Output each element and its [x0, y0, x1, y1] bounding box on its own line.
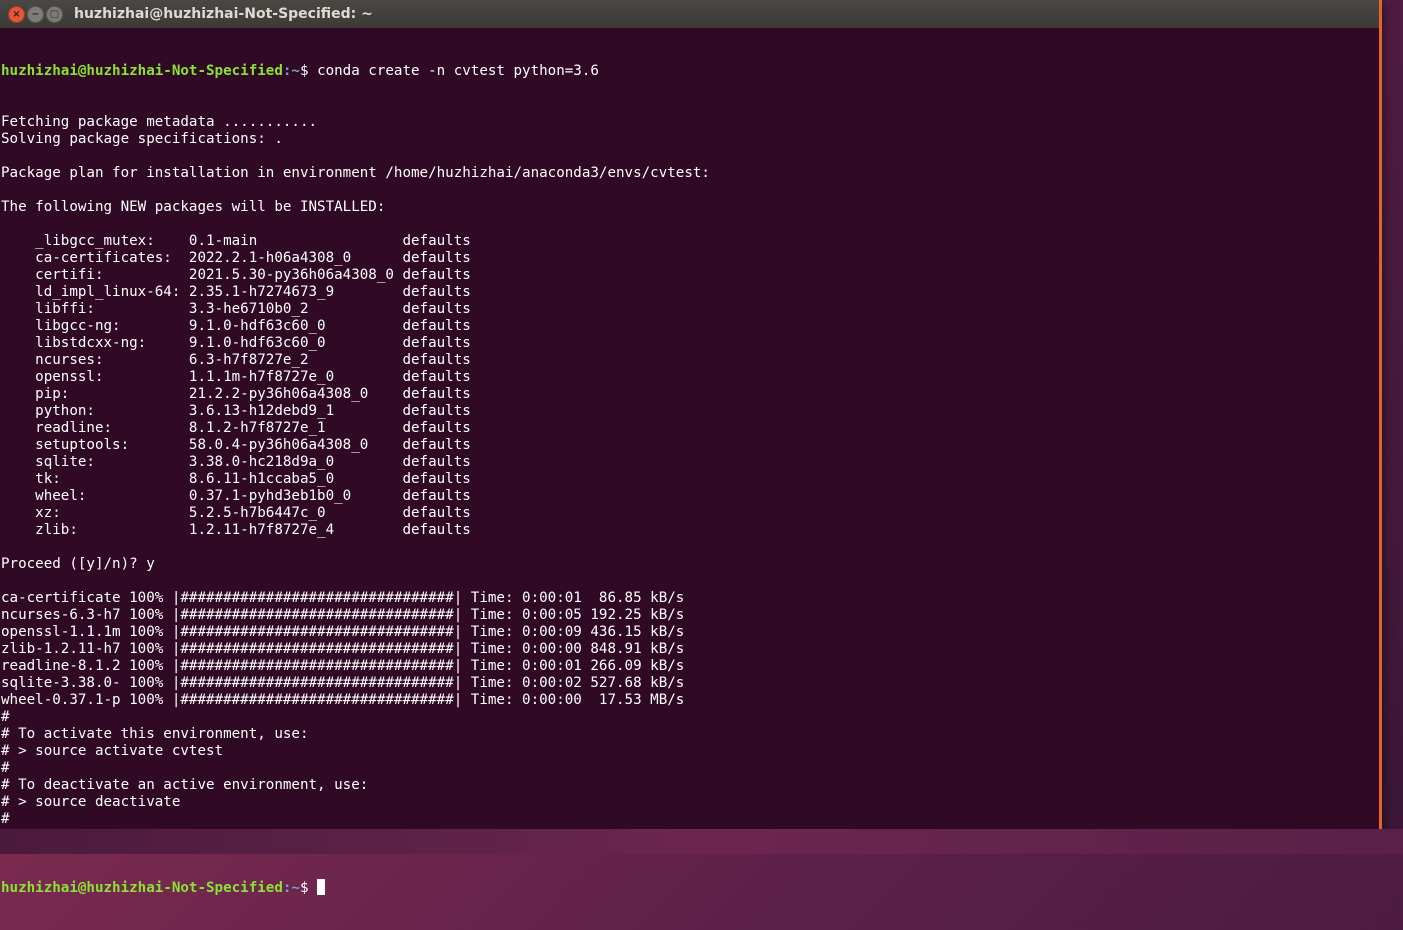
- output-line: wheel: 0.37.1-pyhd3eb1b0_0 defaults: [1, 488, 471, 504]
- output-line: Package plan for installation in environ…: [1, 165, 710, 181]
- minimize-window-button[interactable]: −: [27, 6, 44, 23]
- output-line: Solving package specifications: .: [1, 131, 283, 147]
- desktop-background: [0, 829, 1403, 854]
- prompt-symbol: $: [299, 880, 318, 896]
- output-line: #: [1, 709, 10, 725]
- output-line: The following NEW packages will be INSTA…: [1, 199, 386, 215]
- output-line: openssl-1.1.1m 100% |###################…: [1, 624, 685, 640]
- output-line: Fetching package metadata ...........: [1, 114, 318, 130]
- command-output: Fetching package metadata ........... Sol…: [1, 114, 1377, 845]
- close-window-button[interactable]: ×: [8, 6, 25, 23]
- output-line: zlib: 1.2.11-h7f8727e_4 defaults: [1, 522, 471, 538]
- output-line: tk: 8.6.11-h1ccaba5_0 defaults: [1, 471, 471, 487]
- command-line: huzhizhai@huzhizhai-Not-Specified:~$ con…: [1, 63, 1377, 80]
- maximize-window-button[interactable]: ▢: [46, 6, 63, 23]
- prompt-path: :~: [282, 880, 300, 896]
- output-line: # To activate this environment, use:: [1, 726, 309, 742]
- output-line: sqlite: 3.38.0-hc218d9a_0 defaults: [1, 454, 471, 470]
- title-bar[interactable]: × − ▢ huzhizhai@huzhizhai-Not-Specified:…: [0, 0, 1379, 28]
- output-line: ncurses-6.3-h7 100% |###################…: [1, 607, 685, 623]
- prompt-path: :~: [282, 63, 300, 79]
- prompt-user-host: huzhizhai@huzhizhai-Not-Specified: [1, 63, 283, 79]
- output-line: openssl: 1.1.1m-h7f8727e_0 defaults: [1, 369, 471, 385]
- output-line: ld_impl_linux-64: 2.35.1-h7274673_9 defa…: [1, 284, 471, 300]
- terminal-content[interactable]: huzhizhai@huzhizhai-Not-Specified:~$ con…: [0, 28, 1377, 896]
- output-line: # > source activate cvtest: [1, 743, 224, 759]
- output-line: readline: 8.1.2-h7f8727e_1 defaults: [1, 420, 471, 436]
- output-line: readline-8.1.2 100% |###################…: [1, 658, 685, 674]
- output-line: #: [1, 811, 10, 827]
- output-line: wheel-0.37.1-p 100% |###################…: [1, 692, 685, 708]
- output-line: certifi: 2021.5.30-py36h06a4308_0 defaul…: [1, 267, 471, 283]
- output-line: sqlite-3.38.0- 100% |###################…: [1, 675, 685, 691]
- output-line: #: [1, 760, 10, 776]
- output-line: # > source deactivate: [1, 794, 181, 810]
- output-line: libstdcxx-ng: 9.1.0-hdf63c60_0 defaults: [1, 335, 471, 351]
- output-line: zlib-1.2.11-h7 100% |###################…: [1, 641, 685, 657]
- prompt-symbol: $: [299, 63, 318, 79]
- active-prompt-line[interactable]: huzhizhai@huzhizhai-Not-Specified:~$: [1, 879, 1377, 896]
- output-line: setuptools: 58.0.4-py36h06a4308_0 defaul…: [1, 437, 471, 453]
- text-cursor: [317, 879, 326, 895]
- output-line: ca-certificates: 2022.2.1-h06a4308_0 def…: [1, 250, 471, 266]
- output-line: pip: 21.2.2-py36h06a4308_0 defaults: [1, 386, 471, 402]
- output-line: # To deactivate an active environment, u…: [1, 777, 369, 793]
- prompt-user-host: huzhizhai@huzhizhai-Not-Specified: [1, 880, 283, 896]
- output-line: _libgcc_mutex: 0.1-main defaults: [1, 233, 471, 249]
- output-line: xz: 5.2.5-h7b6447c_0 defaults: [1, 505, 471, 521]
- output-line: python: 3.6.13-h12debd9_1 defaults: [1, 403, 471, 419]
- output-line: Proceed ([y]/n)? y: [1, 556, 155, 572]
- output-line: ncurses: 6.3-h7f8727e_2 defaults: [1, 352, 471, 368]
- window-title: huzhizhai@huzhizhai-Not-Specified: ~: [74, 6, 373, 22]
- command-text: conda create -n cvtest python=3.6: [317, 63, 599, 79]
- output-line: libffi: 3.3-he6710b0_2 defaults: [1, 301, 471, 317]
- terminal-window: × − ▢ huzhizhai@huzhizhai-Not-Specified:…: [0, 0, 1382, 896]
- output-line: libgcc-ng: 9.1.0-hdf63c60_0 defaults: [1, 318, 471, 334]
- output-line: ca-certificate 100% |###################…: [1, 590, 685, 606]
